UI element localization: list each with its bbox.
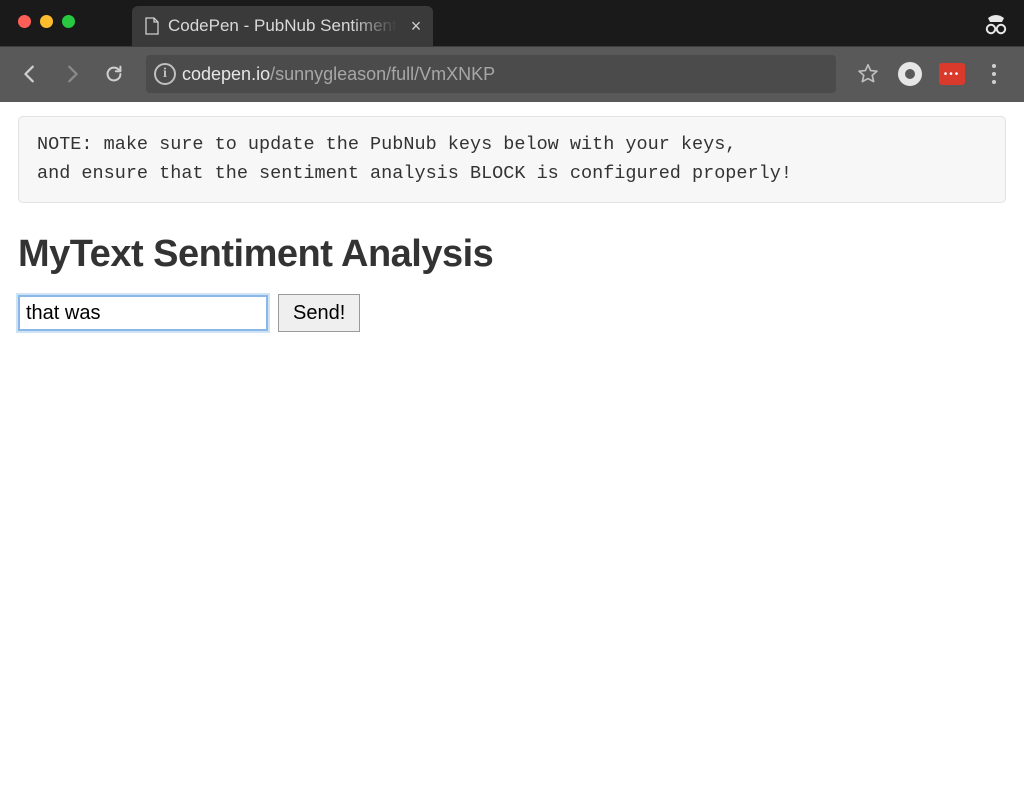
browser-tab[interactable]: CodePen - PubNub Sentiment × <box>132 6 433 46</box>
page-title: MyText Sentiment Analysis <box>18 233 1006 276</box>
note-banner: NOTE: make sure to update the PubNub key… <box>18 116 1006 203</box>
url-text: codepen.io/sunnygleason/full/VmXNKP <box>182 64 495 85</box>
tab-title: CodePen - PubNub Sentiment <box>168 16 397 36</box>
bookmark-star-icon[interactable] <box>850 56 886 92</box>
reload-button[interactable] <box>96 56 132 92</box>
minimize-window-button[interactable] <box>40 15 53 28</box>
page-content: NOTE: make sure to update the PubNub key… <box>0 102 1024 346</box>
url-host: codepen.io <box>182 64 270 84</box>
incognito-icon <box>982 10 1010 36</box>
document-icon <box>144 17 160 35</box>
window-titlebar: CodePen - PubNub Sentiment × <box>0 0 1024 46</box>
maximize-window-button[interactable] <box>62 15 75 28</box>
site-info-icon[interactable]: i <box>154 63 176 85</box>
avatar-icon <box>898 62 922 86</box>
address-bar[interactable]: i codepen.io/sunnygleason/full/VmXNKP <box>146 55 836 93</box>
close-tab-button[interactable]: × <box>411 17 422 35</box>
text-input[interactable] <box>18 295 268 331</box>
kebab-menu-icon <box>992 64 996 84</box>
sentiment-form: Send! <box>18 294 1006 332</box>
browser-toolbar: i codepen.io/sunnygleason/full/VmXNKP ••… <box>0 46 1024 102</box>
extension-icon: ••• <box>939 63 965 85</box>
url-path: /sunnygleason/full/VmXNKP <box>270 64 495 84</box>
forward-button[interactable] <box>54 56 90 92</box>
close-window-button[interactable] <box>18 15 31 28</box>
browser-menu-button[interactable] <box>976 56 1012 92</box>
send-button[interactable]: Send! <box>278 294 360 332</box>
extension-button[interactable]: ••• <box>934 56 970 92</box>
window-controls <box>0 0 75 28</box>
profile-avatar[interactable] <box>892 56 928 92</box>
back-button[interactable] <box>12 56 48 92</box>
